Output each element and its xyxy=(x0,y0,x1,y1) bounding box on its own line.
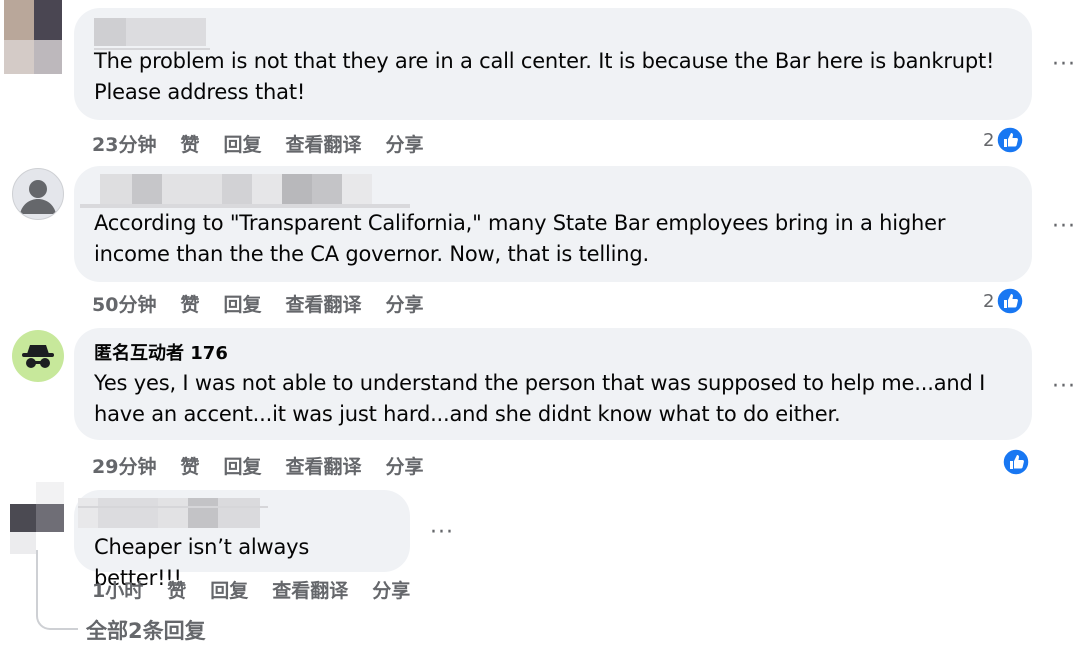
more-dots-icon[interactable]: ··· xyxy=(1052,54,1076,76)
blurred-author-name[interactable] xyxy=(78,498,268,532)
like-button[interactable]: 赞 xyxy=(167,576,186,603)
reply-button[interactable]: 回复 xyxy=(210,576,248,603)
reaction-count[interactable]: 2 xyxy=(983,126,1025,154)
share-button[interactable]: 分享 xyxy=(386,290,424,317)
blurred-author-name[interactable] xyxy=(80,174,410,208)
more-dots-icon[interactable]: ··· xyxy=(1052,376,1076,398)
comment-time[interactable]: 23分钟 xyxy=(92,130,156,157)
comment-actions: 23分钟 赞 回复 查看翻译 分享 xyxy=(92,130,424,157)
reply-button[interactable]: 回复 xyxy=(223,130,261,157)
default-avatar-icon[interactable] xyxy=(12,168,64,220)
comment-bubble: Cheaper isn’t always better!!! xyxy=(74,490,410,590)
more-dots-icon[interactable]: ··· xyxy=(1052,216,1076,238)
translate-button[interactable]: 查看翻译 xyxy=(285,290,361,317)
translate-button[interactable]: 查看翻译 xyxy=(285,130,361,157)
blurred-author-name[interactable] xyxy=(94,18,214,50)
reaction-number: 2 xyxy=(983,129,995,151)
more-dots-icon[interactable]: ··· xyxy=(430,522,454,544)
comment-text: Yes yes, I was not able to understand th… xyxy=(94,371,986,426)
like-button[interactable]: 赞 xyxy=(180,452,199,479)
share-button[interactable]: 分享 xyxy=(386,452,424,479)
reply-button[interactable]: 回复 xyxy=(223,452,261,479)
translate-button[interactable]: 查看翻译 xyxy=(285,452,361,479)
author-name[interactable]: 匿名互动者 176 xyxy=(94,342,1012,366)
comment-actions: 50分钟 赞 回复 查看翻译 分享 xyxy=(92,290,424,317)
like-button[interactable]: 赞 xyxy=(180,290,199,317)
comment-actions: 29分钟 赞 回复 查看翻译 分享 xyxy=(92,452,424,479)
avatar[interactable] xyxy=(4,0,62,74)
translate-button[interactable]: 查看翻译 xyxy=(272,576,348,603)
anonymous-spy-icon[interactable] xyxy=(12,330,64,382)
share-button[interactable]: 分享 xyxy=(372,576,410,603)
reply-button[interactable]: 回复 xyxy=(223,290,261,317)
thumbs-up-icon xyxy=(996,287,1025,315)
thumbs-up-icon xyxy=(1002,448,1030,476)
reaction-count[interactable] xyxy=(1000,448,1030,476)
share-button[interactable]: 分享 xyxy=(386,130,424,157)
comment-bubble: The problem is not that they are in a ca… xyxy=(74,8,1032,120)
thread-line xyxy=(36,550,78,630)
comment-actions: 1小时 赞 回复 查看翻译 分享 xyxy=(92,576,410,603)
like-button[interactable]: 赞 xyxy=(180,130,199,157)
comment-text: According to "Transparent California," m… xyxy=(94,211,946,266)
comment-bubble: According to "Transparent California," m… xyxy=(74,166,1032,282)
reaction-number: 2 xyxy=(983,290,995,312)
comment-time[interactable]: 1小时 xyxy=(92,576,143,603)
comment-text: The problem is not that they are in a ca… xyxy=(94,49,995,104)
comment-time[interactable]: 50分钟 xyxy=(92,290,156,317)
avatar[interactable] xyxy=(10,482,68,554)
comment-bubble: 匿名互动者 176 Yes yes, I was not able to und… xyxy=(74,328,1032,440)
view-all-replies-link[interactable]: 全部2条回复 xyxy=(86,615,206,645)
thumbs-up-icon xyxy=(996,126,1025,154)
reaction-count[interactable]: 2 xyxy=(983,287,1025,315)
comment-time[interactable]: 29分钟 xyxy=(92,452,156,479)
